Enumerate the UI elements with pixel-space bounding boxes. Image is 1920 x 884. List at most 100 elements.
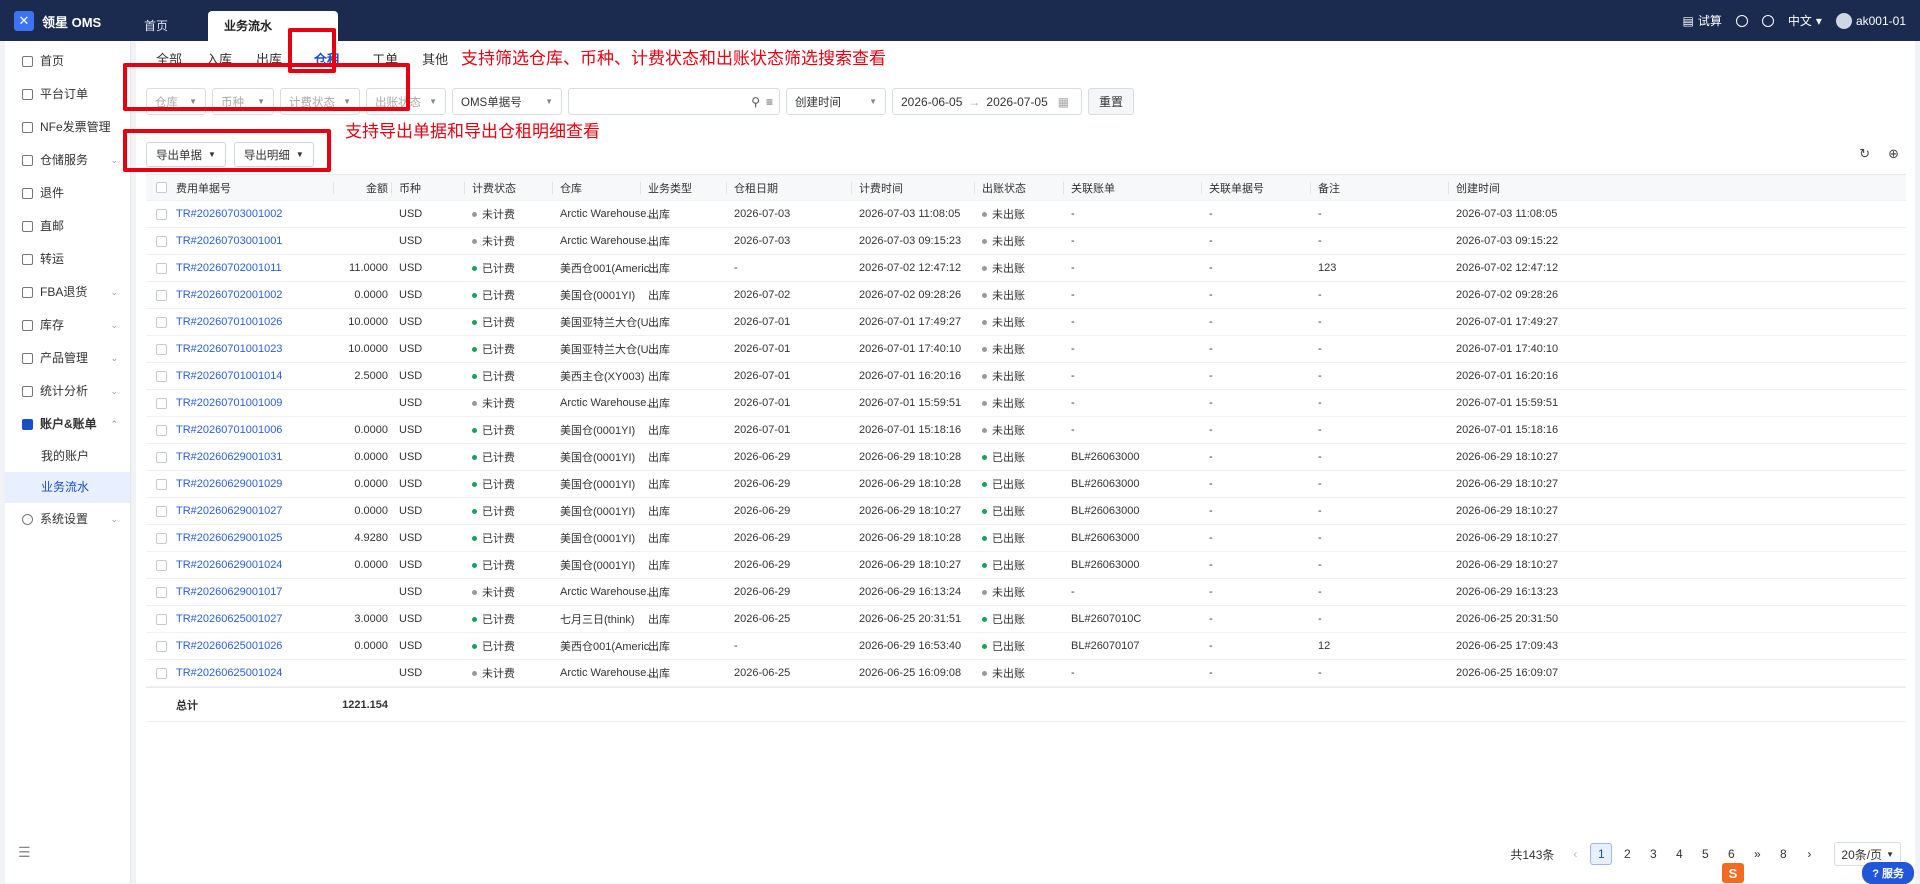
warehouse: Arctic Warehouse... [560,586,656,598]
app-logo[interactable]: ✕ 领星 OMS [14,11,101,31]
time-type-select[interactable]: 创建时间 ▼ [786,88,886,115]
related-bill-cell: BL#26063000 [1071,498,1140,524]
user-menu[interactable]: ak001-01 [1835,12,1906,29]
sidebar-item-products[interactable]: 产品管理 ⌄ [5,342,130,375]
doc-id[interactable]: TR#20260625001024 [176,667,282,679]
row-checkbox[interactable] [156,505,167,517]
doc-id[interactable]: TR#20260701001009 [176,397,282,409]
related-doc: - [1209,505,1213,517]
sidebar-item-account-billing[interactable]: 账户&账单 ⌃ [5,408,130,441]
doc-id[interactable]: TR#20260702001002 [176,289,282,301]
row-checkbox[interactable] [156,559,167,571]
page-3[interactable]: 3 [1642,843,1664,865]
page-last[interactable]: 8 [1772,843,1794,865]
tab-other[interactable]: 其他 [410,47,460,73]
row-checkbox[interactable] [156,613,167,625]
row-checkbox[interactable] [156,397,167,409]
column-header: 关联账单 [1071,182,1115,195]
sidebar-item-nfe[interactable]: NFe发票管理 [5,111,130,144]
billing-status-cell: 未计费 [472,660,515,686]
row-checkbox[interactable] [156,343,167,355]
currency-cell: USD [399,255,422,281]
refresh-icon[interactable]: ↻ [1859,146,1870,162]
row-checkbox[interactable] [156,289,167,301]
search-input[interactable]: ⚲ ≡ [568,88,780,115]
created-time-cell: 2026-07-01 15:18:16 [1456,417,1558,443]
page-2[interactable]: 2 [1616,843,1638,865]
date-range-picker[interactable]: 2026-06-05 → 2026-07-05 ▦ [892,88,1082,115]
row-checkbox[interactable] [156,424,167,436]
doc-id[interactable]: TR#20260625001026 [176,640,282,652]
doc-id[interactable]: TR#20260701001026 [176,316,282,328]
sidebar-item-stats[interactable]: 统计分析 ⌄ [5,375,130,408]
collapse-menu-icon[interactable]: ☰ [18,844,31,861]
doc-id[interactable]: TR#20260703001002 [176,208,282,220]
amount-cell [316,579,388,605]
select-all-checkbox[interactable] [156,182,167,193]
doc-id[interactable]: TR#20260703001001 [176,235,282,247]
list-icon[interactable]: ≡ [766,95,773,109]
sidebar-item-platform-orders[interactable]: 平台订单 [5,78,130,111]
row-checkbox[interactable] [156,262,167,274]
table-row: TR#20260625001024 USD 未计费 Arctic Warehouse.… [146,660,1906,687]
sidebar-item-inventory[interactable]: 库存 ⌄ [5,309,130,342]
sidebar-item-system-settings[interactable]: 系统设置 ⌄ [5,503,130,536]
sidebar-item-transfer[interactable]: 转运 [5,243,130,276]
doc-id[interactable]: TR#20260629001031 [176,451,282,463]
doc-id[interactable]: TR#20260629001025 [176,532,282,544]
reset-button[interactable]: 重置 [1088,88,1135,115]
row-checkbox[interactable] [156,640,167,652]
row-checkbox[interactable] [156,208,167,220]
doc-id[interactable]: TR#20260625001027 [176,613,282,625]
row-checkbox[interactable] [156,478,167,490]
language-select[interactable]: 中文 ▾ [1788,12,1822,29]
top-tab-home[interactable]: 首页 [128,11,208,41]
row-checkbox[interactable] [156,586,167,598]
sidebar-item-business-flow[interactable]: 业务流水 [5,472,130,503]
annotation-box-export [123,129,331,172]
sidebar-item-direct-mail[interactable]: 直邮 [5,210,130,243]
related-bill: - [1071,397,1075,409]
account-status-cell: 未出账 [982,228,1025,254]
row-checkbox[interactable] [156,532,167,544]
page-1[interactable]: 1 [1590,843,1613,865]
page-5[interactable]: 5 [1694,843,1716,865]
search-icon[interactable]: ⚲ [751,95,760,109]
sidebar-item-my-account[interactable]: 我的账户 [5,441,130,472]
row-checkbox[interactable] [156,667,167,679]
next-page-button[interactable]: › [1798,843,1820,865]
account-status-cell: 已出账 [982,606,1025,632]
doc-id[interactable]: TR#20260701001023 [176,343,282,355]
page-4[interactable]: 4 [1668,843,1690,865]
doc-id[interactable]: TR#20260629001027 [176,505,282,517]
ime-icon[interactable]: S [1722,863,1744,883]
related-bill: - [1071,370,1075,382]
doc-id[interactable]: TR#20260702001011 [176,262,282,274]
settings-button[interactable] [1761,14,1774,27]
more-pages-button[interactable]: » [1746,843,1768,865]
doc-id[interactable]: TR#20260701001014 [176,370,282,382]
doc-id[interactable]: TR#20260629001029 [176,478,282,490]
row-checkbox[interactable] [156,235,167,247]
sidebar-item-home[interactable]: 首页 [5,45,130,78]
row-checkbox[interactable] [156,451,167,463]
sidebar-item-fba-returns[interactable]: FBA退货 ⌄ [5,276,130,309]
doc-type-select[interactable]: OMS单据号 ▼ [452,88,562,115]
service-button[interactable]: ? 服务 [1862,862,1914,884]
related-doc: - [1209,316,1213,328]
row-select-cell [156,633,167,659]
prev-page-button[interactable]: ‹ [1564,843,1586,865]
row-checkbox[interactable] [156,316,167,328]
row-checkbox[interactable] [156,370,167,382]
created-time: 2026-06-25 16:09:07 [1456,667,1559,679]
calc-button[interactable]: ▤ 试算 [1683,12,1722,29]
doc-id[interactable]: TR#20260629001024 [176,559,282,571]
sidebar-item-warehouse-services[interactable]: 仓储服务 ⌄ [5,144,130,177]
column-settings-icon[interactable]: ⊕ [1888,146,1899,162]
download-button[interactable] [1735,14,1748,27]
sidebar-item-returns[interactable]: 退件 [5,177,130,210]
related-bill-cell: BL#26063000 [1071,444,1140,470]
doc-id[interactable]: TR#20260629001017 [176,586,282,598]
page-6[interactable]: 6 [1720,843,1742,865]
doc-id[interactable]: TR#20260701001006 [176,424,282,436]
